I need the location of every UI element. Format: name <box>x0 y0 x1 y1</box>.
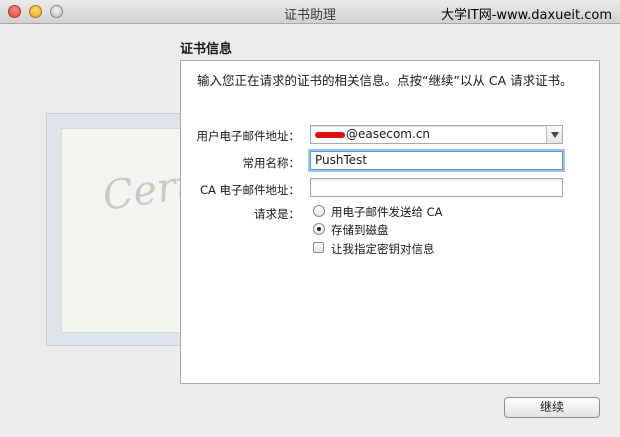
user-email-value: @easecom.cn <box>346 127 431 141</box>
certificate-assistant-window: 证书助理 大学IT网-www.daxueit.com Certificate 证… <box>0 0 620 437</box>
redaction-mark <box>315 131 345 138</box>
ca-email-field[interactable] <box>310 178 563 197</box>
user-email-label: 用户电子邮件地址： <box>196 129 301 143</box>
radio-save-to-disk[interactable] <box>313 223 325 235</box>
common-name-label: 常用名称： <box>242 156 301 170</box>
chevron-down-icon[interactable] <box>546 126 562 143</box>
common-name-field[interactable]: PushTest <box>310 151 563 170</box>
user-email-combo[interactable]: @easecom.cn <box>310 125 563 144</box>
watermark: 大学IT网-www.daxueit.com <box>440 8 612 23</box>
radio-email-to-ca-label[interactable]: 用电子邮件发送给 CA <box>331 204 443 220</box>
continue-button[interactable]: 继续 <box>504 397 600 418</box>
section-title: 证书信息 <box>180 42 233 57</box>
description-text: 输入您正在请求的证书的相关信息。点按“继续”以从 CA 请求证书。 <box>197 73 573 88</box>
radio-save-to-disk-label[interactable]: 存储到磁盘 <box>331 222 389 238</box>
checkbox-specify-key-pair[interactable] <box>313 242 324 253</box>
request-label: 请求是： <box>254 207 300 221</box>
form-panel: 输入您正在请求的证书的相关信息。点按“继续”以从 CA 请求证书。 <box>180 60 600 384</box>
radio-email-to-ca[interactable] <box>313 205 325 217</box>
title-bar: 证书助理 大学IT网-www.daxueit.com <box>0 0 620 24</box>
checkbox-specify-key-pair-label[interactable]: 让我指定密钥对信息 <box>331 241 435 257</box>
common-name-value: PushTest <box>315 153 368 167</box>
ca-email-label: CA 电子邮件地址： <box>199 183 300 197</box>
